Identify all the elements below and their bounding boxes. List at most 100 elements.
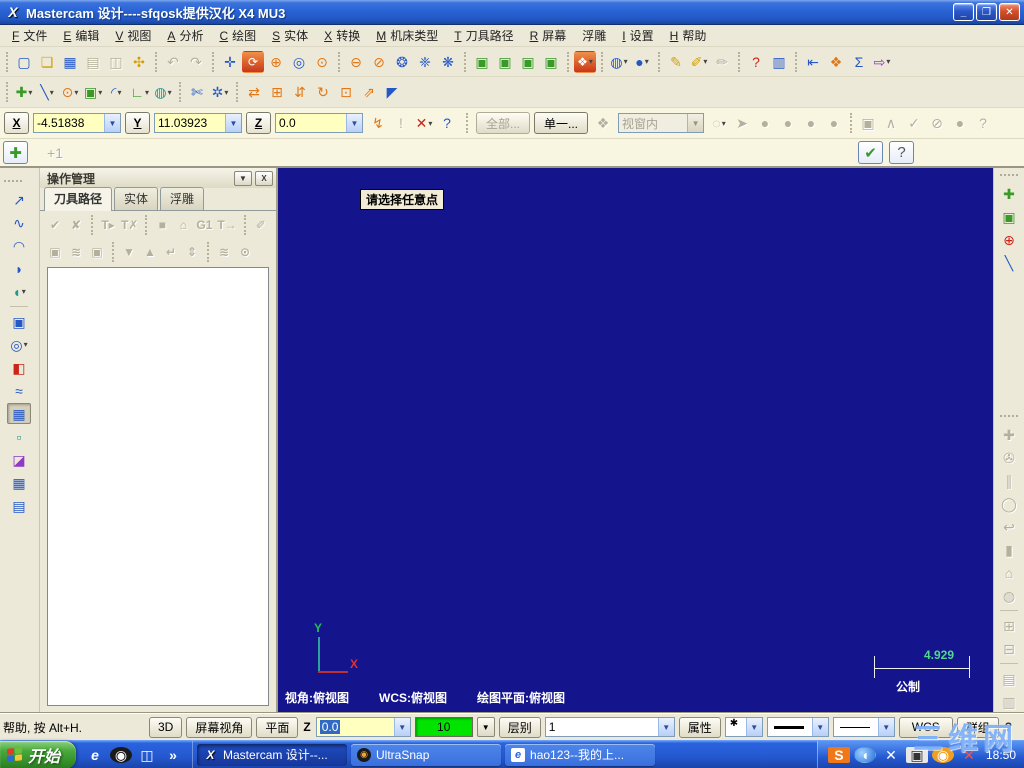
menu-file[interactable]: F 文件 [4, 25, 55, 46]
tab-solids[interactable]: 实体 [114, 187, 159, 210]
chevron-down-icon[interactable] [104, 114, 120, 132]
lt-cube-icon[interactable]: ◪ [7, 449, 31, 470]
tray-update-icon[interactable]: ◉ [931, 746, 954, 763]
shaded-icon[interactable]: ● ▾ [631, 51, 653, 73]
zoom-target-icon[interactable]: ⊙ [311, 51, 333, 73]
menu-xform[interactable]: X 转换 [316, 25, 368, 46]
panel-close-button[interactable]: X [255, 170, 273, 186]
menu-settings[interactable]: I 设置 [614, 25, 661, 46]
start-button[interactable]: 开始 [0, 740, 77, 768]
autocursor-help-icon[interactable]: ? [436, 112, 458, 134]
grip-handle[interactable] [1000, 415, 1018, 417]
chevron-down-icon[interactable] [657, 718, 674, 736]
rt-create-icon[interactable]: ✚ [997, 183, 1021, 204]
lt-trim-icon[interactable]: ◧ [7, 357, 31, 378]
color-dropdown-button[interactable]: ▼ [476, 717, 495, 737]
rt-line-icon[interactable]: ╲ [997, 252, 1021, 273]
add-group-button[interactable]: ✚ [3, 141, 28, 164]
regen-icon[interactable]: ❈ [414, 51, 436, 73]
xform-translate-icon[interactable]: ⇄ [243, 81, 265, 103]
graphics-canvas[interactable]: 请选择任意点 Y X 视角:俯视图 WCS:俯视图 绘图平面:俯视图 4.929… [278, 168, 993, 713]
lt-drop-icon[interactable]: ◗ [7, 258, 31, 279]
fastpoint-icon[interactable]: ↯ [367, 112, 389, 134]
tray-ime-icon[interactable]: ▣ [905, 746, 928, 763]
lt-curve-icon[interactable]: ↗ [7, 189, 31, 210]
chevron-down-icon[interactable] [745, 718, 762, 736]
color-swatch-button[interactable]: 10 [414, 717, 473, 737]
trim-icon[interactable]: ✄ [186, 81, 208, 103]
close-button[interactable]: ✕ [999, 3, 1020, 21]
minimize-button[interactable]: _ [953, 3, 974, 21]
rt-arc-icon[interactable]: ⊕ [997, 229, 1021, 250]
xform-copy-icon[interactable]: ⊞ [266, 81, 288, 103]
level-combo[interactable]: 1 [544, 717, 675, 737]
task-hao123[interactable]: e hao123--我的上... [505, 743, 656, 766]
zoom-window-icon[interactable]: ◎ [288, 51, 310, 73]
chevron-down-icon[interactable] [877, 718, 894, 736]
menu-machine-type[interactable]: M 机床类型 [368, 25, 446, 46]
menu-toolpaths[interactable]: T 刀具路径 [446, 25, 521, 46]
ql-ultrasnap-icon[interactable]: ◉ [110, 746, 133, 763]
chevron-down-icon[interactable] [393, 718, 410, 736]
help-button[interactable]: ? [889, 141, 914, 164]
gview-top-icon[interactable]: ▣ [494, 51, 516, 73]
lt-active-icon[interactable]: ▦ [7, 403, 31, 424]
tray-im-icon[interactable]: ◖ [853, 746, 876, 763]
create-solid-icon[interactable]: ◍ ▾ [152, 81, 174, 103]
stats-icon[interactable]: ▥ [768, 51, 790, 73]
grip-handle[interactable] [4, 180, 22, 182]
open-file-icon[interactable]: ❏ [36, 51, 58, 73]
xform-mirror-icon[interactable]: ⇵ [289, 81, 311, 103]
gview-iso-icon[interactable]: ▣ [471, 51, 493, 73]
chevron-down-icon[interactable] [346, 114, 362, 132]
clear-selection-icon[interactable]: ✕ ▾ [413, 112, 435, 134]
menu-solids[interactable]: S 实体 [264, 25, 316, 46]
y-axis-button[interactable]: Y [125, 112, 150, 134]
group-button[interactable]: 群组 [956, 716, 999, 738]
menu-edit[interactable]: E 编辑 [55, 25, 107, 46]
point-style-combo[interactable] [724, 717, 763, 737]
dims-icon[interactable]: ⇤ [802, 51, 824, 73]
create-rect-icon[interactable]: ▣ ▾ [82, 81, 104, 103]
wcs-button[interactable]: WCS [898, 716, 953, 738]
grip-handle[interactable] [1000, 174, 1018, 176]
lt-light-icon[interactable]: ▫ [7, 426, 31, 447]
lt-surface-icon[interactable]: ◖ ▾ [7, 281, 31, 302]
operations-list[interactable] [47, 267, 269, 706]
attr-pencil-icon[interactable]: ✎ [665, 51, 687, 73]
maximize-button[interactable]: ❐ [976, 3, 997, 21]
ql-ie-icon[interactable]: e [84, 747, 106, 763]
tray-x-icon[interactable]: ✕ [880, 747, 902, 763]
save-file-icon[interactable]: ▦ [59, 51, 81, 73]
task-ultrasnap[interactable]: ◉ UltraSnap [351, 743, 502, 766]
menu-screen[interactable]: R 屏幕 [522, 25, 575, 46]
xform-offset-icon[interactable]: ⇗ [358, 81, 380, 103]
select-single-button[interactable]: 单一... [534, 112, 589, 134]
line-width-combo[interactable] [832, 717, 895, 737]
ql-media-icon[interactable]: ◫ [136, 747, 158, 763]
plane-button[interactable]: 平面 [256, 716, 299, 738]
3d-toggle-button[interactable]: 3D [149, 716, 183, 738]
zoom-out-80-icon[interactable]: ⊘ [368, 51, 390, 73]
menu-view[interactable]: V 视图 [107, 25, 159, 46]
ok-button[interactable]: ✔ [858, 141, 883, 164]
line-style-combo[interactable] [766, 717, 829, 737]
create-point-icon[interactable]: ✚ ▾ [13, 81, 35, 103]
clear-colors-icon[interactable]: ❋ [437, 51, 459, 73]
panel-collapse-button[interactable]: ▼ [234, 170, 252, 186]
task-mastercam[interactable]: X Mastercam 设计--... [197, 743, 348, 766]
lt-list-icon[interactable]: ▤ [7, 495, 31, 516]
tab-toolpaths[interactable]: 刀具路径 [44, 187, 113, 211]
xform-dynamic-icon[interactable]: ◤ [381, 81, 403, 103]
chevron-down-icon[interactable] [811, 718, 828, 736]
capture-icon[interactable]: ❖ [825, 51, 847, 73]
lt-plane-icon[interactable]: ▣ [7, 311, 31, 332]
menu-help[interactable]: H 帮助 [662, 25, 715, 46]
lt-wave-icon[interactable]: ≈ [7, 380, 31, 401]
zoom-out-icon[interactable]: ⊖ [345, 51, 367, 73]
lt-arc-icon[interactable]: ◠ [7, 235, 31, 256]
menu-art[interactable]: 浮雕 [574, 25, 614, 46]
lt-grid-icon[interactable]: ▦ [7, 472, 31, 493]
lt-spline-icon[interactable]: ∿ [7, 212, 31, 233]
xform-scale-icon[interactable]: ⊡ [335, 81, 357, 103]
